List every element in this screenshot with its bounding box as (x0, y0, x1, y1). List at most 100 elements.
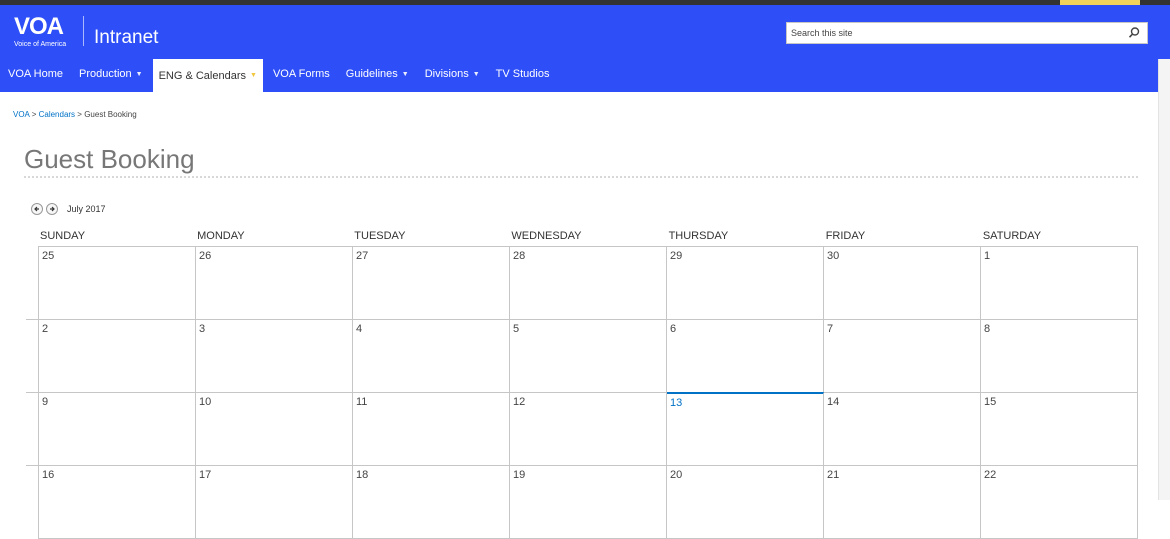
arrow-right-icon (50, 206, 55, 212)
calendar-day-cell[interactable]: 16 (39, 466, 196, 539)
weekday-label: SATURDAY (982, 230, 1042, 242)
row-extension (26, 319, 38, 320)
day-number[interactable]: 2 (42, 323, 48, 335)
breadcrumb-sep: > (31, 110, 37, 119)
nav-item-label: Production (79, 68, 132, 80)
day-number[interactable]: 29 (670, 250, 682, 262)
breadcrumb-voa[interactable]: VOA (13, 110, 29, 119)
calendar-day-cell[interactable]: 14 (824, 393, 981, 466)
nav-item-label: VOA Forms (272, 68, 330, 80)
weekday-label: TUESDAY (354, 230, 406, 242)
calendar-day-cell[interactable]: 28 (510, 247, 667, 320)
calendar-day-cell[interactable]: 3 (196, 320, 353, 393)
nav-item-divisions[interactable]: Divisions ▼ (419, 59, 486, 89)
title-divider (24, 176, 1138, 178)
day-number[interactable]: 12 (513, 396, 525, 408)
day-number[interactable]: 28 (513, 250, 525, 262)
nav-item-label: Divisions (424, 68, 469, 80)
calendar-navigation: July 2017 (31, 203, 106, 215)
breadcrumb: VOA > Calendars > Guest Booking (13, 110, 137, 119)
day-number[interactable]: 26 (199, 250, 211, 262)
search-input[interactable] (787, 23, 1117, 43)
day-number[interactable]: 15 (984, 396, 996, 408)
nav-item-label: ENG & Calendars (158, 69, 246, 82)
calendar-day-cell[interactable]: 29 (667, 247, 824, 320)
page-title: Guest Booking (24, 144, 195, 174)
calendar-day-cell[interactable]: 11 (353, 393, 510, 466)
row-extension (26, 392, 38, 393)
top-nav: VOA Home Production ▼ ENG & Calendars ▼ VOA F… (0, 59, 1170, 92)
nav-item-tv-studios[interactable]: TV Studios (490, 59, 556, 89)
calendar-grid: 25 26 27 28 29 30 1 2 3 4 5 6 7 8 9 10 11 12 13 14 15 16 17 18 1… (38, 246, 1138, 539)
calendar-day-cell[interactable]: 18 (353, 466, 510, 539)
breadcrumb-calendars[interactable]: Calendars (39, 110, 75, 119)
weekday-header: SUNDAY MONDAY TUESDAY WEDNESDAY THURSDAY FRID… (38, 229, 1138, 246)
day-number[interactable]: 30 (827, 250, 839, 262)
day-number[interactable]: 5 (513, 323, 519, 335)
day-number[interactable]: 21 (827, 469, 839, 481)
chevron-down-icon: ▼ (401, 70, 409, 78)
calendar-day-cell[interactable]: 15 (981, 393, 1138, 466)
nav-item-guidelines[interactable]: Guidelines ▼ (340, 59, 415, 89)
day-number[interactable]: 13 (670, 397, 682, 409)
day-number[interactable]: 3 (199, 323, 205, 335)
next-month-button[interactable] (46, 203, 58, 215)
calendar-day-today[interactable]: 13 (667, 392, 824, 466)
calendar-day-cell[interactable]: 7 (824, 320, 981, 393)
calendar-day-cell[interactable]: 17 (196, 466, 353, 539)
day-number[interactable]: 20 (670, 469, 682, 481)
calendar-day-cell[interactable]: 12 (510, 393, 667, 466)
day-number[interactable]: 18 (356, 469, 368, 481)
day-number[interactable]: 14 (827, 396, 839, 408)
search-icon[interactable] (1127, 26, 1141, 40)
breadcrumb-current: Guest Booking (84, 110, 137, 119)
calendar-day-cell[interactable]: 27 (353, 247, 510, 320)
calendar-day-cell[interactable]: 6 (667, 320, 824, 393)
calendar-day-cell[interactable]: 5 (510, 320, 667, 393)
calendar-day-cell[interactable]: 22 (981, 466, 1138, 539)
voa-logo[interactable]: VOA Voice of America (14, 15, 74, 55)
weekday-label: WEDNESDAY (511, 230, 582, 242)
site-title[interactable]: Intranet (94, 27, 158, 49)
site-header: VOA Voice of America Intranet (0, 5, 1170, 59)
page-scrollbar[interactable] (1158, 59, 1170, 500)
day-number[interactable]: 17 (199, 469, 211, 481)
calendar-day-cell[interactable]: 26 (196, 247, 353, 320)
weekday-label: FRIDAY (825, 230, 866, 242)
calendar-day-cell[interactable]: 1 (981, 247, 1138, 320)
nav-item-voa-home[interactable]: VOA Home (2, 59, 69, 89)
day-number[interactable]: 16 (42, 469, 54, 481)
search-box (786, 22, 1148, 44)
day-number[interactable]: 11 (356, 396, 367, 408)
day-number[interactable]: 8 (984, 323, 990, 335)
calendar-day-cell[interactable]: 4 (353, 320, 510, 393)
nav-item-voa-forms[interactable]: VOA Forms (267, 59, 336, 89)
day-number[interactable]: 7 (827, 323, 833, 335)
day-number[interactable]: 9 (42, 396, 48, 408)
arrow-left-icon (34, 206, 39, 212)
day-number[interactable]: 22 (984, 469, 996, 481)
day-number[interactable]: 1 (984, 250, 990, 262)
day-number[interactable]: 4 (356, 323, 362, 335)
calendar-day-cell[interactable]: 10 (196, 393, 353, 466)
prev-month-button[interactable] (31, 203, 43, 215)
calendar-day-cell[interactable]: 8 (981, 320, 1138, 393)
day-number[interactable]: 10 (199, 396, 211, 408)
chevron-down-icon: ▼ (250, 72, 257, 79)
day-number[interactable]: 6 (670, 323, 676, 335)
calendar-day-cell[interactable]: 21 (824, 466, 981, 539)
day-number[interactable]: 25 (42, 250, 54, 262)
day-number[interactable]: 19 (513, 469, 525, 481)
nav-item-eng-calendars[interactable]: ENG & Calendars ▼ (152, 59, 263, 92)
calendar-day-cell[interactable]: 30 (824, 247, 981, 320)
nav-item-production[interactable]: Production ▼ (73, 59, 149, 89)
calendar-day-cell[interactable]: 20 (667, 466, 824, 539)
nav-item-label: VOA Home (8, 68, 64, 80)
calendar-day-cell[interactable]: 19 (510, 466, 667, 539)
weekday-label: THURSDAY (668, 230, 729, 242)
calendar-day-cell[interactable]: 2 (39, 320, 196, 393)
chevron-down-icon: ▼ (472, 70, 480, 78)
calendar-day-cell[interactable]: 25 (39, 247, 196, 320)
day-number[interactable]: 27 (356, 250, 368, 262)
calendar-day-cell[interactable]: 9 (39, 393, 196, 466)
